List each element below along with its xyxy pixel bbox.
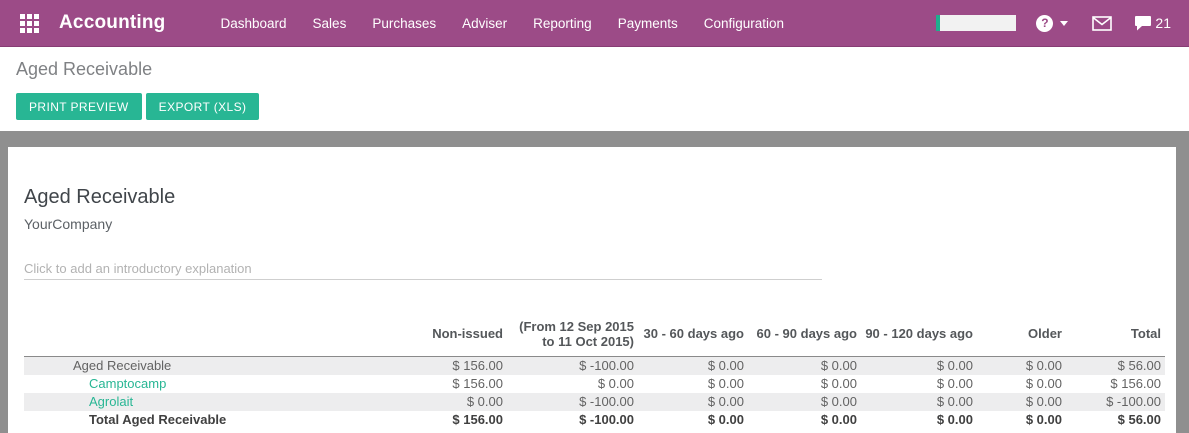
- cell-value: $ 0.00: [507, 375, 638, 393]
- cell-value: $ 0.00: [748, 393, 861, 411]
- intro-explanation-placeholder[interactable]: Click to add an introductory explanation: [24, 261, 822, 280]
- column-header-older: Older: [977, 317, 1066, 356]
- apps-grid-icon[interactable]: [20, 14, 39, 33]
- cell-value: $ -100.00: [507, 411, 638, 429]
- app-title: Accounting: [59, 12, 166, 34]
- cell-value: $ 0.00: [748, 411, 861, 429]
- cell-value: $ 0.00: [861, 375, 977, 393]
- report-title: Aged Receivable: [24, 185, 1176, 209]
- column-header-90-120: 90 - 120 days ago: [861, 317, 977, 356]
- user-menu[interactable]: [936, 15, 1016, 31]
- partner-cell: Agrolait: [24, 393, 360, 411]
- export-xls-button[interactable]: EXPORT (XLS): [146, 93, 260, 120]
- cell-value: $ 0.00: [861, 393, 977, 411]
- total-label: Total Aged Receivable: [24, 411, 360, 429]
- breadcrumb: Aged Receivable: [16, 58, 1173, 80]
- table-row-camptocamp: Camptocamp $ 156.00 $ 0.00 $ 0.00 $ 0.00…: [24, 375, 1165, 393]
- cell-value: $ 0.00: [977, 393, 1066, 411]
- chat-button[interactable]: 21: [1134, 15, 1171, 31]
- nav-item-adviser[interactable]: Adviser: [449, 0, 520, 47]
- top-navbar: Accounting Dashboard Sales Purchases Adv…: [0, 0, 1189, 47]
- cell-value: $ 156.00: [360, 375, 507, 393]
- cell-value: $ 0.00: [638, 411, 748, 429]
- cell-value: $ 0.00: [638, 393, 748, 411]
- cell-value: $ -100.00: [507, 393, 638, 411]
- column-header-period: (From 12 Sep 2015 to 11 Oct 2015): [507, 317, 638, 356]
- cell-value: $ 56.00: [1066, 356, 1165, 375]
- column-header-60-90: 60 - 90 days ago: [748, 317, 861, 356]
- cell-value: $ 156.00: [360, 356, 507, 375]
- help-icon: ?: [1036, 15, 1053, 32]
- partner-link-agrolait[interactable]: Agrolait: [89, 394, 133, 409]
- partner-link-camptocamp[interactable]: Camptocamp: [89, 376, 166, 391]
- report-company: YourCompany: [24, 216, 1176, 232]
- main-menu: Dashboard Sales Purchases Adviser Report…: [208, 0, 798, 47]
- table-row-agrolait: Agrolait $ 0.00 $ -100.00 $ 0.00 $ 0.00 …: [24, 393, 1165, 411]
- action-buttons: PRINT PREVIEW EXPORT (XLS): [16, 93, 1173, 120]
- chevron-down-icon: [1060, 21, 1068, 26]
- control-panel: Aged Receivable PRINT PREVIEW EXPORT (XL…: [0, 47, 1189, 131]
- column-header-total: Total: [1066, 317, 1165, 356]
- cell-value: $ 0.00: [638, 356, 748, 375]
- account-label: Aged Receivable: [24, 356, 360, 375]
- cell-value: $ 0.00: [748, 356, 861, 375]
- chat-count-badge: 21: [1155, 15, 1171, 31]
- messages-button[interactable]: [1092, 16, 1112, 31]
- partner-cell: Camptocamp: [24, 375, 360, 393]
- cell-value: $ 156.00: [360, 411, 507, 429]
- table-row-total: Total Aged Receivable $ 156.00 $ -100.00…: [24, 411, 1165, 429]
- chat-bubble-icon: [1134, 15, 1152, 31]
- cell-value: $ 0.00: [861, 411, 977, 429]
- cell-value: $ 0.00: [360, 393, 507, 411]
- cell-value: $ 0.00: [861, 356, 977, 375]
- report-sheet: Aged Receivable YourCompany Click to add…: [8, 147, 1176, 433]
- report-backdrop: Aged Receivable YourCompany Click to add…: [0, 131, 1189, 433]
- table-header-row: Non-issued (From 12 Sep 2015 to 11 Oct 2…: [24, 317, 1165, 356]
- nav-item-configuration[interactable]: Configuration: [691, 0, 797, 47]
- nav-item-purchases[interactable]: Purchases: [359, 0, 449, 47]
- table-row-aged-receivable: Aged Receivable $ 156.00 $ -100.00 $ 0.0…: [24, 356, 1165, 375]
- cell-value: $ 156.00: [1066, 375, 1165, 393]
- nav-item-payments[interactable]: Payments: [605, 0, 691, 47]
- nav-item-dashboard[interactable]: Dashboard: [208, 0, 300, 47]
- column-header-non-issued: Non-issued: [360, 317, 507, 356]
- aged-receivable-table: Non-issued (From 12 Sep 2015 to 11 Oct 2…: [24, 317, 1165, 429]
- cell-value: $ 0.00: [748, 375, 861, 393]
- cell-value: $ 0.00: [977, 356, 1066, 375]
- cell-value: $ 0.00: [977, 375, 1066, 393]
- nav-item-sales[interactable]: Sales: [300, 0, 360, 47]
- column-header-label: [24, 317, 360, 356]
- print-preview-button[interactable]: PRINT PREVIEW: [16, 93, 142, 120]
- envelope-icon: [1092, 16, 1112, 31]
- cell-value: $ -100.00: [1066, 393, 1165, 411]
- cell-value: $ 0.00: [977, 411, 1066, 429]
- cell-value: $ -100.00: [507, 356, 638, 375]
- cell-value: $ 56.00: [1066, 411, 1165, 429]
- column-header-30-60: 30 - 60 days ago: [638, 317, 748, 356]
- help-dropdown[interactable]: ?: [1036, 15, 1068, 32]
- nav-item-reporting[interactable]: Reporting: [520, 0, 605, 47]
- cell-value: $ 0.00: [638, 375, 748, 393]
